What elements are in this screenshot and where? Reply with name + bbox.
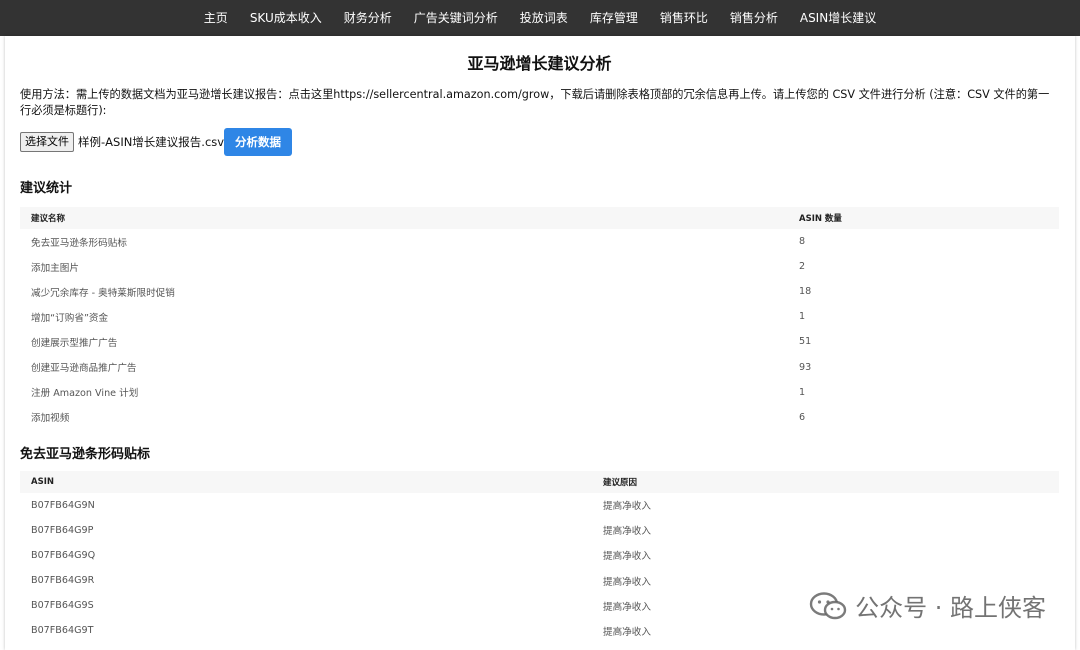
instructions-text: 使用方法：需上传的数据文档为亚马逊增长建议报告：点击这里https://sell… (20, 88, 1050, 117)
column-header: 建议名称 (20, 207, 788, 229)
table-row: 添加主图片 2 (20, 254, 1059, 279)
asin-count: 6 (799, 411, 806, 423)
nav-sales-analysis[interactable]: 销售分析 (719, 0, 789, 36)
nav-sku-cost-income[interactable]: SKU成本收入 (239, 0, 333, 36)
table-row: B07FB64G9P 提高净收入 (20, 518, 1059, 543)
table-row: 注册 Amazon Vine 计划 1 (20, 380, 1059, 405)
stats-table: 建议名称 ASIN 数量 免去亚马逊条形码贴标 8 添加主图片 2 减少冗余库存… (20, 207, 1059, 430)
suggestion-name: 创建展示型推广广告 (31, 337, 118, 349)
watermark-text: 公众号 · 路上侠客 (855, 594, 1046, 622)
suggestion-name: 添加视频 (31, 413, 70, 425)
suggestion-name: 注册 Amazon Vine 计划 (31, 388, 139, 400)
table-row: 添加视频 6 (20, 405, 1059, 430)
nav-home[interactable]: 主页 (193, 0, 239, 36)
asin-count: 8 (799, 236, 806, 248)
suggestion-name: 创建亚马逊商品推广广告 (31, 363, 137, 375)
suggestion-name: 减少冗余库存 - 奥特莱斯限时促销 (31, 287, 175, 299)
asin-value: B07FB64G9T (31, 625, 94, 637)
asin-count: 93 (799, 361, 812, 373)
watermark: 公众号 · 路上侠客 (809, 588, 1046, 623)
asin-count: 18 (799, 286, 812, 298)
nav-sales-mom[interactable]: 销售环比 (649, 0, 719, 36)
suggestion-name: 添加主图片 (31, 262, 79, 274)
asin-count: 2 (799, 261, 806, 273)
nav-ad-keyword-analysis[interactable]: 广告关键词分析 (403, 0, 509, 36)
page-title: 亚马逊增长建议分析 (467, 54, 612, 73)
asin-value: B07FB64G9Q (31, 549, 96, 561)
asin-value: B07FB64G9R (31, 575, 95, 587)
main-content: 亚马逊增长建议分析 使用方法：需上传的数据文档为亚马逊增长建议报告：点击这里ht… (5, 36, 1075, 650)
suggestion-reason: 提高净收入 (603, 526, 651, 538)
suggestion-reason: 提高净收入 (603, 551, 651, 563)
top-nav: 主页 SKU成本收入 财务分析 广告关键词分析 投放词表 库存管理 销售环比 销… (0, 0, 1080, 36)
asin-count: 1 (799, 311, 806, 323)
table-row: 增加“订购省”资金 1 (20, 304, 1059, 329)
upload-row: 选择文件 样例-ASIN增长建议报告.csv 分析数据 (20, 128, 1059, 156)
nav-inventory[interactable]: 库存管理 (579, 0, 649, 36)
asin-count: 51 (799, 336, 812, 348)
nav-finance-analysis[interactable]: 财务分析 (333, 0, 403, 36)
table-row: 免去亚马逊条形码贴标 8 (20, 229, 1059, 254)
selected-file-name: 样例-ASIN增长建议报告.csv (78, 135, 225, 149)
suggestion-name: 免去亚马逊条形码贴标 (31, 237, 127, 249)
stats-section-title: 建议统计 (20, 181, 73, 196)
choose-file-button[interactable]: 选择文件 (20, 132, 74, 152)
asin-value: B07FB64G9N (31, 499, 95, 511)
analyze-data-button[interactable]: 分析数据 (224, 128, 292, 156)
table-row: 减少冗余库存 - 奥特莱斯限时促销 18 (20, 279, 1059, 304)
column-header: ASIN 数量 (788, 207, 1059, 229)
asin-value: B07FB64G9P (31, 524, 94, 536)
table-row: 创建展示型推广广告 51 (20, 329, 1059, 354)
asin-count: 1 (799, 386, 806, 398)
table-row: 创建亚马逊商品推广广告 93 (20, 354, 1059, 379)
table-row: B07FB64G9N 提高净收入 (20, 493, 1059, 518)
wechat-icon (809, 591, 847, 619)
suggestion-reason: 提高净收入 (603, 501, 651, 513)
nav-targeting-terms[interactable]: 投放词表 (509, 0, 579, 36)
table-row: B07FB64G9Q 提高净收入 (20, 543, 1059, 568)
detail-section-title: 免去亚马逊条形码贴标 (20, 446, 151, 462)
asin-value: B07FB64G9S (31, 600, 94, 612)
table-header-row: ASIN 建议原因 (20, 470, 1059, 493)
nav-asin-growth[interactable]: ASIN增长建议 (789, 0, 887, 36)
suggestion-name: 增加“订购省”资金 (31, 312, 109, 324)
table-header-row: 建议名称 ASIN 数量 (20, 207, 1059, 229)
column-header: ASIN (20, 470, 592, 493)
column-header: 建议原因 (592, 470, 1059, 493)
